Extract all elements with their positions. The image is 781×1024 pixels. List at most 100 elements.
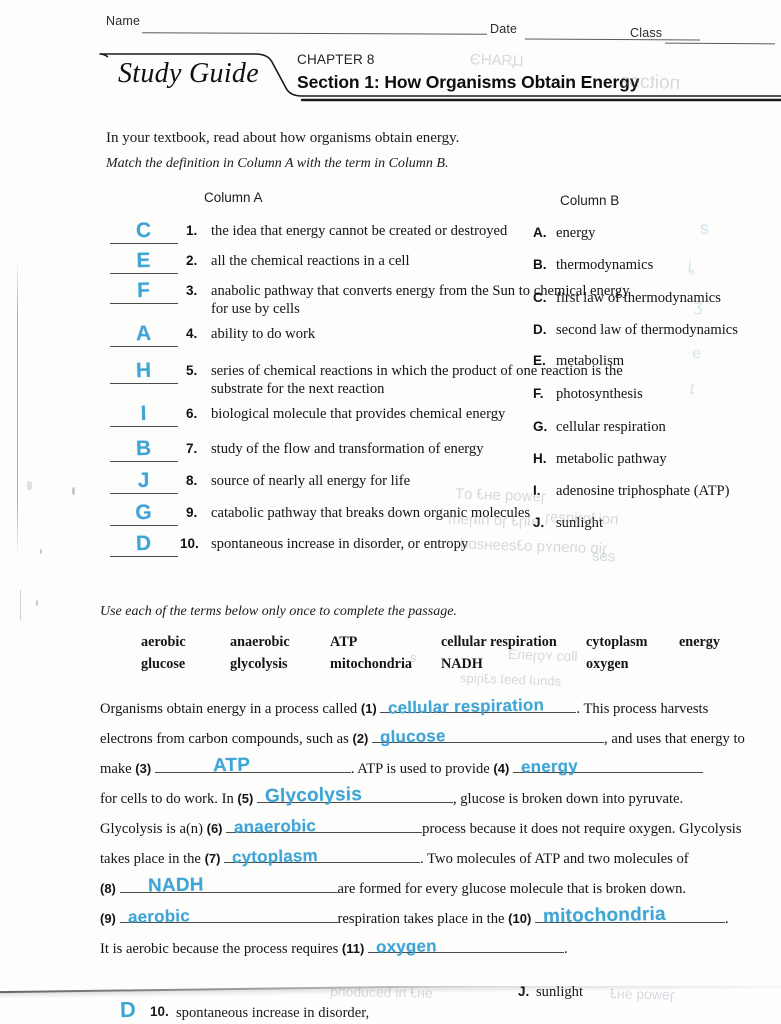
handwritten-answer: I (140, 401, 148, 426)
passage-text: for cells to do work. In (100, 791, 234, 807)
fill-blank[interactable]: energy (512, 756, 703, 778)
passage-text: It is aerobic because the process requir… (100, 941, 339, 957)
handwritten-answer: aerobic (127, 906, 190, 927)
answer-blank[interactable]: D (110, 532, 178, 557)
handwritten-answer: G (135, 500, 153, 525)
answer-blank[interactable]: E (110, 249, 178, 274)
item-number: 5. (186, 363, 198, 378)
bleedthrough-ghost: ʝ (687, 257, 695, 276)
fill-blank[interactable]: anaerobic (226, 816, 423, 838)
chapter-label: CHAPTER 8 (297, 52, 375, 67)
date-input-rule[interactable] (524, 38, 701, 41)
answer-blank[interactable]: I (110, 401, 178, 427)
handwritten-answer: mitochondria (542, 903, 666, 928)
scan-speck (36, 600, 38, 606)
bleedthrough-ghost: ɘ (691, 344, 702, 363)
fill-blank[interactable]: ATP (154, 754, 351, 778)
term-letter: J. (533, 515, 545, 530)
name-input-rule[interactable] (141, 32, 488, 35)
answer-blank[interactable]: J (110, 468, 178, 494)
passage-line: (9) aerobic respiration takes place in th… (100, 904, 729, 928)
answer-rule (110, 346, 178, 347)
word-bank-term: cytoplasm (586, 634, 648, 650)
handwritten-answer: ATP (212, 754, 251, 777)
item-text: spontaneous increase in disorder, or ent… (211, 536, 469, 552)
term-text: thermodynamics (556, 257, 654, 273)
fill-blank[interactable]: glucose (372, 726, 605, 748)
passage-text: . ATP is used to provide (350, 761, 490, 777)
passage-text: electrons from carbon compounds, such as (100, 731, 349, 747)
item-number: 3. (186, 283, 198, 298)
handwritten-answer: A (135, 321, 153, 346)
handwritten-answer: cellular respiration (388, 695, 545, 718)
blank-number: (8) (100, 881, 116, 896)
fill-blank[interactable]: Glycolysis (256, 784, 453, 808)
handwritten-answer: NADH (147, 874, 204, 897)
word-bank-term: glycolysis (230, 656, 288, 672)
term-letter: D. (533, 322, 547, 337)
word-bank-term: NADH (441, 656, 483, 672)
fill-blank[interactable]: NADH (119, 874, 338, 898)
fill-blank[interactable]: cellular respiration (380, 695, 577, 718)
handwritten-answer: B (135, 436, 153, 461)
artifact-handwritten-answer: D (119, 996, 137, 1023)
answer-blank[interactable]: H (110, 358, 178, 384)
artifact-term-letter: J. (518, 986, 530, 999)
passage-text: , and uses that energy to (604, 731, 745, 747)
scan-artifact-strip: D 10. spontaneous increase in disorder, … (0, 986, 781, 1024)
worksheet-page: Name Date Class Study Guide CHAPTER 8 Se… (0, 0, 781, 1024)
artifact-item-number: 10. (150, 1004, 169, 1019)
word-bank-term: glucose (141, 656, 186, 672)
term-text: sunlight (556, 515, 604, 531)
scan-page-edge-line (17, 258, 18, 558)
passage-line: Organisms obtain energy in a process cal… (100, 695, 708, 718)
blank-number: (3) (135, 761, 152, 776)
scan-speck (40, 549, 42, 554)
blank-number: (10) (508, 911, 532, 926)
artifact-term-text: sunlight (536, 986, 584, 1000)
answer-blank[interactable]: A (110, 321, 178, 347)
artifact-bleedthrough-ghost: ɘʜɈ ni bɘɔubonq (329, 986, 433, 1001)
word-bank-term: oxygen (586, 656, 629, 672)
answer-blank[interactable]: F (110, 279, 178, 304)
handwritten-answer: anaerobic (233, 816, 317, 837)
blank-number: (9) (100, 911, 116, 926)
fill-blank[interactable]: cytoplasm (224, 846, 421, 868)
column-b-header: Column B (560, 193, 620, 208)
item-number: 10. (180, 536, 199, 551)
fill-blank[interactable]: mitochondria (534, 904, 725, 928)
blank-number: (7) (204, 851, 221, 866)
word-bank-term: cellular respiration (441, 634, 557, 650)
answer-rule (110, 493, 178, 494)
fill-blank[interactable]: aerobic (119, 906, 338, 928)
artifact-bleedthrough-ghost: ɿɘwoq ɘʜɈ (609, 986, 675, 1003)
passage-text: respiration takes place in the (337, 911, 505, 927)
answer-rule (110, 461, 178, 462)
scan-speck (72, 487, 75, 495)
bleedthrough-ghost: ʇ (689, 381, 695, 400)
blank-number: (5) (237, 791, 254, 806)
term-text: first law of thermodynamics (556, 290, 721, 306)
item-number: 8. (186, 473, 198, 488)
passage-line: (8) NADH are formed for every glucose mol… (100, 874, 686, 898)
term-text: photosynthesis (556, 386, 643, 402)
answer-blank[interactable]: C (110, 219, 178, 244)
term-text: metabolism (556, 353, 625, 369)
answer-blank[interactable]: G (110, 500, 178, 526)
fill-blank[interactable]: oxygen (367, 936, 564, 958)
worksheet-header-banner: Study Guide CHAPTER 8 Section 1: How Org… (0, 44, 781, 110)
blank-number: (2) (352, 731, 369, 746)
passage-line: make (3) ATP . ATP is used to provide (4)… (100, 754, 703, 778)
term-text: metabolic pathway (556, 451, 667, 467)
date-label: Date (490, 22, 518, 36)
word-bank-term: energy (679, 634, 720, 650)
passage-text: Glycolysis is a(n) (100, 821, 203, 837)
word-bank-term: mitochondria (330, 656, 412, 672)
item-number: 7. (186, 441, 198, 456)
answer-rule (110, 273, 178, 274)
item-number: 2. (186, 253, 198, 268)
answer-blank[interactable]: B (110, 436, 178, 462)
handwritten-answer: H (135, 358, 153, 383)
handwritten-answer: J (137, 468, 151, 493)
word-bank-term: anaerobic (230, 634, 290, 650)
